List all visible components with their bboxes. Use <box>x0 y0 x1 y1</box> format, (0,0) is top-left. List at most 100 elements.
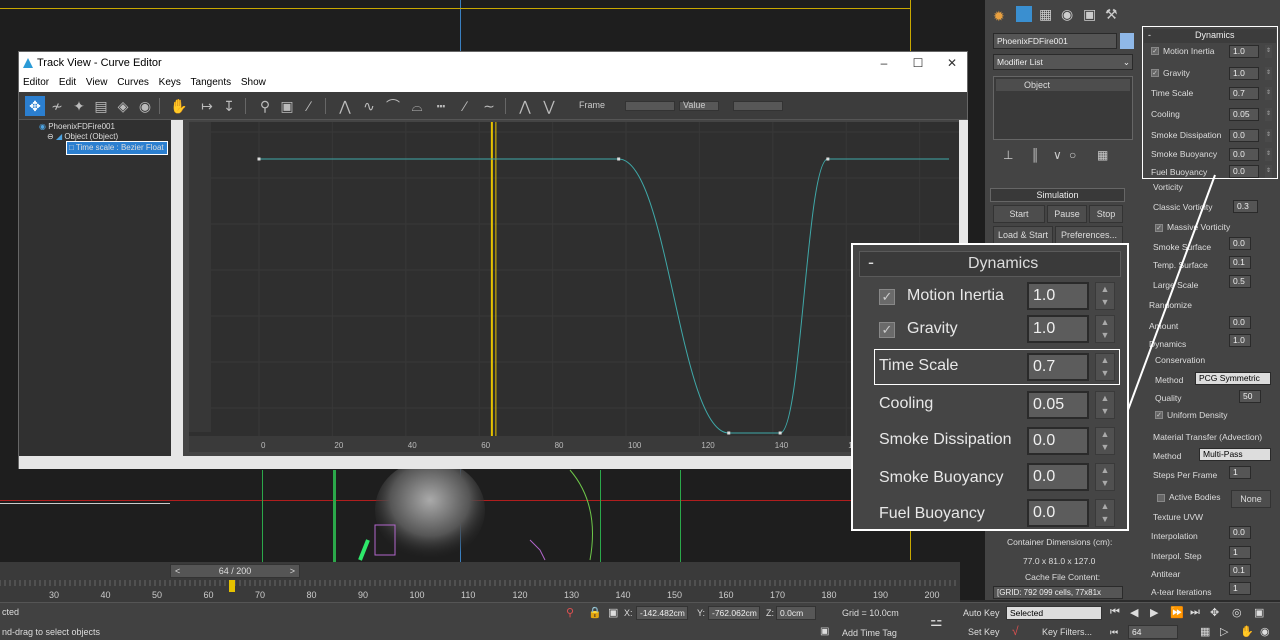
gravity-field[interactable]: 1.0 <box>1229 67 1259 80</box>
tree-time-scale-item[interactable]: □ Time scale : Bezier Float <box>66 141 168 155</box>
tree-horizontal-scrollbar[interactable] <box>19 456 184 469</box>
object-name-field[interactable]: PhoenixFDFire001 <box>993 33 1117 49</box>
frame-horizontal-icon[interactable]: ↦ <box>197 96 217 116</box>
smoke-buoyancy-spinner[interactable]: ⇕ <box>1265 148 1272 161</box>
gravity-zoom-checkbox[interactable]: ✓ <box>879 322 895 338</box>
smoke-buoyancy-field[interactable]: 0.0 <box>1229 148 1259 161</box>
orbit-icon[interactable]: ◎ <box>1232 606 1242 619</box>
gravity-spinner[interactable]: ⇕ <box>1265 67 1272 80</box>
menu-show[interactable]: Show <box>241 77 266 88</box>
antitear-field[interactable]: 0.1 <box>1229 564 1251 577</box>
menu-view[interactable]: View <box>86 77 108 88</box>
playback-icon[interactable]: ▷ <box>1220 625 1228 638</box>
next-frame-icon[interactable]: ⏩ <box>1170 606 1184 619</box>
cooling-spinner[interactable]: ⇕ <box>1265 108 1272 121</box>
value-field[interactable] <box>733 101 783 111</box>
tangent-smooth-icon[interactable]: ∼ <box>479 96 499 116</box>
display-tab-icon[interactable]: ▣ <box>1083 6 1096 23</box>
tangent-slow-icon[interactable]: ⌓ <box>407 96 427 116</box>
classic-vorticity-field[interactable]: 0.3 <box>1233 200 1258 213</box>
track-view-titlebar[interactable]: Track View - Curve Editor – ☐ ✕ <box>19 52 967 74</box>
menu-tangents[interactable]: Tangents <box>191 77 232 88</box>
key-icon[interactable]: ⚍ <box>930 613 943 630</box>
goto-start-icon[interactable]: ⏮ <box>1110 606 1120 619</box>
cooling-field[interactable]: 0.05 <box>1229 108 1259 121</box>
object-color-swatch[interactable] <box>1120 33 1134 49</box>
play-icon[interactable]: ▶ <box>1150 606 1158 619</box>
tree-root-item[interactable]: ◉ PhoenixFDFire001 <box>39 122 115 131</box>
random-dynamics-field[interactable]: 1.0 <box>1229 334 1251 347</box>
global-retimer-icon[interactable]: ◉ <box>135 96 155 116</box>
tangent-auto-icon[interactable]: ⋀ <box>335 96 355 116</box>
tree-scrollbar[interactable] <box>171 120 183 460</box>
preferences-button[interactable]: Preferences... <box>1055 226 1123 244</box>
minimize-button[interactable]: – <box>867 52 901 74</box>
previous-frame-icon[interactable]: ◀ <box>1130 606 1138 619</box>
pan-hand-icon[interactable]: ✋ <box>169 96 189 116</box>
menu-keys[interactable]: Keys <box>159 77 181 88</box>
utilities-tab-icon[interactable]: ⚒ <box>1105 6 1118 23</box>
simulation-rollout-header[interactable]: Simulation <box>990 188 1125 202</box>
x-coordinate-field[interactable]: -142.482cm <box>636 606 688 620</box>
set-key-icon[interactable]: √ <box>1012 624 1019 638</box>
absolute-mode-icon[interactable]: ▣ <box>608 606 618 619</box>
quality-field[interactable]: 50 <box>1239 390 1261 403</box>
smoke-buoyancy-zoom-spinner[interactable]: ▲ ▼ <box>1095 463 1115 491</box>
pan-view-icon[interactable]: ✥ <box>1210 606 1219 619</box>
modifier-list-dropdown[interactable]: Modifier List ⌄ <box>993 54 1133 70</box>
motion-inertia-field[interactable]: 1.0 <box>1229 45 1259 58</box>
atear-iterations-field[interactable]: 1 <box>1229 582 1251 595</box>
tangent-fast-icon[interactable]: ⌒ <box>383 96 403 116</box>
configure-sets-icon[interactable]: ▦ <box>1097 148 1108 162</box>
time-scale-field[interactable]: 0.7 <box>1229 87 1259 100</box>
gravity-zoom-field[interactable]: 1.0 <box>1027 315 1089 343</box>
menu-editor[interactable]: Editor <box>23 77 49 88</box>
smoke-buoyancy-zoom-field[interactable]: 0.0 <box>1027 463 1089 491</box>
tangent-linear-icon[interactable]: ∕ <box>455 96 475 116</box>
large-scale-field[interactable]: 0.5 <box>1229 275 1251 288</box>
fuel-buoyancy-field[interactable]: 0.0 <box>1229 165 1259 178</box>
gravity-zoom-spinner[interactable]: ▲ ▼ <box>1095 315 1115 343</box>
time-config-icon[interactable]: ▦ <box>1200 625 1210 638</box>
key-filters-button[interactable]: Key Filters... <box>1042 627 1092 637</box>
motion-inertia-zoom-checkbox[interactable]: ✓ <box>879 289 895 305</box>
motion-inertia-spinner[interactable]: ⇕ <box>1265 45 1272 58</box>
region-tool-icon[interactable]: ▤ <box>91 96 111 116</box>
pause-button[interactable]: Pause <box>1047 205 1087 223</box>
hierarchy-tab-icon[interactable]: ▦ <box>1039 6 1052 23</box>
current-frame-marker[interactable] <box>229 580 235 592</box>
time-slider[interactable]: < 64 / 200 > <box>170 564 300 578</box>
smoke-surface-field[interactable]: 0.0 <box>1229 237 1251 250</box>
curve-graph[interactable]: 020406080100120140160 <box>189 122 959 452</box>
pin-stack-icon[interactable]: ⊥ <box>1003 148 1013 162</box>
smoke-dissipation-zoom-field[interactable]: 0.0 <box>1027 427 1089 455</box>
field-of-view-icon[interactable]: ◉ <box>1260 625 1270 638</box>
unify-tangents-icon[interactable]: ⋁ <box>539 96 559 116</box>
track-view-window[interactable]: Track View - Curve Editor – ☐ ✕ Editor E… <box>18 51 969 469</box>
add-time-tag-button[interactable]: Add Time Tag <box>842 628 897 638</box>
cooling-zoom-field[interactable]: 0.05 <box>1027 391 1089 419</box>
dynamics-rollout-header[interactable]: - Dynamics <box>1144 29 1276 43</box>
key-mode-icon[interactable]: ⏮ <box>1110 627 1118 638</box>
stack-item-object[interactable]: Object <box>996 79 1130 91</box>
auto-key-button[interactable]: Auto Key <box>963 608 1000 618</box>
menu-curves[interactable]: Curves <box>117 77 149 88</box>
time-scale-zoom-field[interactable]: 0.7 <box>1027 353 1089 381</box>
slider-right-icon[interactable]: > <box>290 565 295 577</box>
maximize-viewport-icon[interactable]: ▣ <box>1254 606 1264 619</box>
remove-modifier-icon[interactable]: ○ <box>1069 148 1076 162</box>
isolate-curve-icon[interactable]: ∕ <box>299 96 319 116</box>
make-unique-icon[interactable]: ∨ <box>1053 148 1062 162</box>
y-coordinate-field[interactable]: -762.062cm <box>708 606 760 620</box>
motion-inertia-checkbox[interactable]: ✓ <box>1151 47 1159 55</box>
smoke-dissipation-field[interactable]: 0.0 <box>1229 129 1259 142</box>
dynamics-zoom-header[interactable]: - Dynamics <box>859 251 1121 277</box>
fuel-buoyancy-zoom-spinner[interactable]: ▲ ▼ <box>1095 499 1115 527</box>
smoke-dissipation-zoom-spinner[interactable]: ▲ ▼ <box>1095 427 1115 455</box>
interp-step-field[interactable]: 1 <box>1229 546 1251 559</box>
motion-tab-icon[interactable]: ◉ <box>1061 6 1073 23</box>
break-tangents-icon[interactable]: ⋀ <box>515 96 535 116</box>
set-key-button[interactable]: Set Key <box>968 627 1000 637</box>
timeline[interactable]: < 64 / 200 > 30 40 50 60 70 80 90 100 110 120 130 1… <box>0 562 960 602</box>
lock-icon[interactable]: 🔒 <box>588 606 602 619</box>
